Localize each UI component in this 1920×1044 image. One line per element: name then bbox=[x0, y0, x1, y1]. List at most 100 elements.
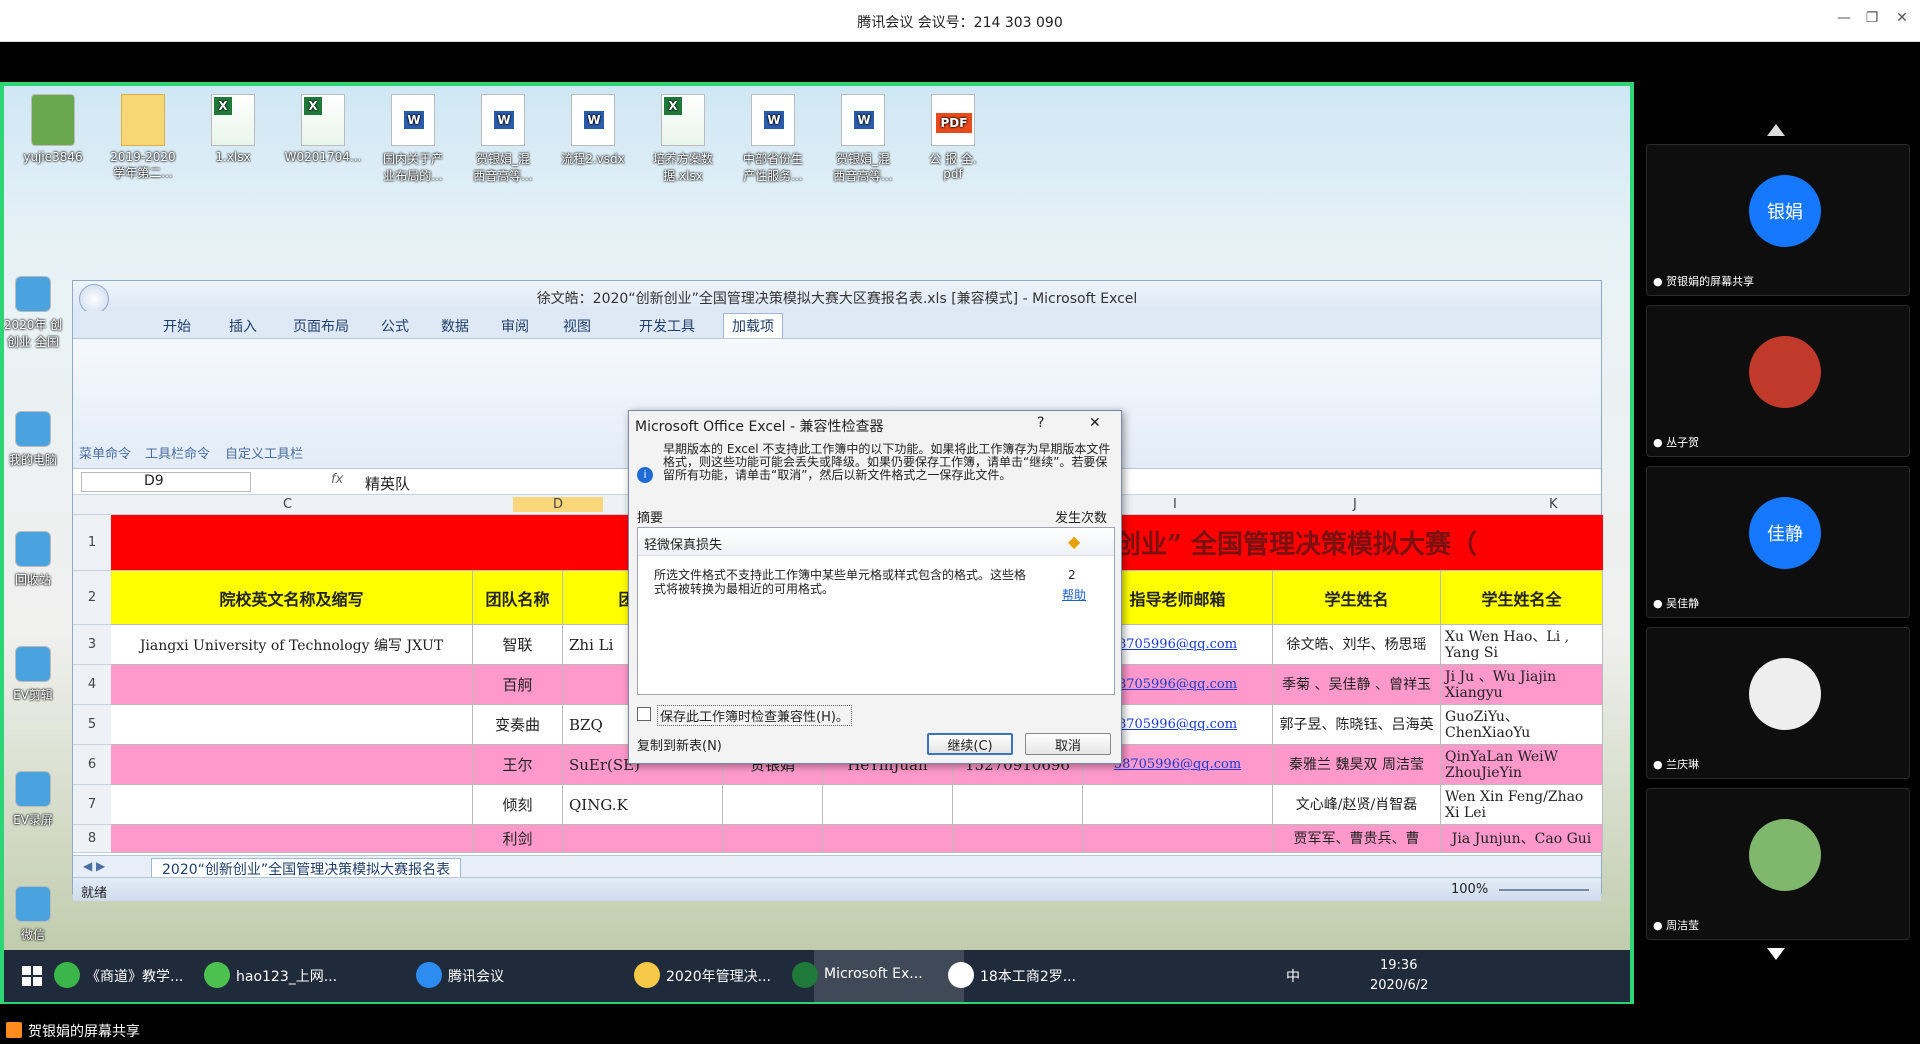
taskbar-app-icon[interactable] bbox=[416, 962, 442, 988]
dialog-close-button[interactable]: ✕ bbox=[1089, 415, 1101, 431]
participant-card[interactable]: 银娟 ● 贺银娟的屏幕共享 bbox=[1646, 144, 1910, 296]
row-number[interactable]: 2 bbox=[73, 571, 111, 625]
sheet-cell[interactable]: 利剑 bbox=[473, 825, 563, 853]
start-button[interactable] bbox=[22, 966, 42, 986]
desktop-left-icon[interactable]: 2020年 创 创业 全国 bbox=[4, 276, 68, 350]
ribbon-tab[interactable]: 开发工具 bbox=[639, 316, 695, 336]
ribbon-tab[interactable]: 数据 bbox=[441, 316, 469, 336]
row-number[interactable]: 8 bbox=[73, 825, 111, 853]
desktop-icon[interactable]: 中部省份生 产性服务... bbox=[730, 94, 816, 184]
taskbar-item[interactable]: 18本工商2罗... bbox=[980, 966, 1076, 986]
col-i[interactable]: I bbox=[1173, 497, 1177, 512]
sheet-cell[interactable] bbox=[823, 785, 953, 825]
sheet-cell[interactable] bbox=[111, 665, 473, 705]
sheet-cell[interactable] bbox=[111, 705, 473, 745]
taskbar-app-icon[interactable] bbox=[948, 962, 974, 988]
taskbar-item[interactable]: 腾讯会议 bbox=[448, 966, 504, 986]
taskbar-app-icon[interactable] bbox=[204, 962, 230, 988]
sheet-cell[interactable]: 百舸 bbox=[473, 665, 563, 705]
close-button[interactable]: ✕ bbox=[1892, 10, 1912, 26]
scroll-up-icon[interactable] bbox=[1767, 124, 1785, 136]
sheet-cell[interactable]: QING.K bbox=[563, 785, 723, 825]
sheet-cell[interactable]: GuoZiYu、ChenXiaoYu bbox=[1441, 705, 1603, 745]
desktop-icon[interactable]: 培养方案数 据.xlsx bbox=[640, 94, 726, 184]
sheet-cell[interactable] bbox=[563, 825, 723, 853]
sheet-cell[interactable] bbox=[953, 785, 1083, 825]
ribbon-tab[interactable]: 公式 bbox=[381, 316, 409, 336]
sheet-cell[interactable]: 王尔 bbox=[473, 745, 563, 785]
zoom-slider[interactable] bbox=[1499, 889, 1589, 891]
desktop-left-icon[interactable]: EV剪辑 bbox=[4, 646, 68, 703]
sheet-cell[interactable] bbox=[953, 825, 1083, 853]
copy-to-new-sheet-button[interactable]: 复制到新表(N) bbox=[637, 733, 741, 755]
sheet-cell[interactable]: Xu Wen Hao、Li , Yang Si bbox=[1441, 625, 1603, 665]
sheet-cell[interactable]: Jiangxi University of Technology 编写 JXUT bbox=[111, 625, 473, 665]
fx-icon[interactable]: fx bbox=[331, 472, 343, 487]
taskbar-item[interactable]: 《商道》教学... bbox=[86, 966, 183, 986]
desktop-icon[interactable]: yujie3846 bbox=[10, 94, 96, 164]
desktop-icon[interactable]: 流程2.vsdx bbox=[550, 94, 636, 167]
row-number[interactable]: 7 bbox=[73, 785, 111, 825]
help-link[interactable]: 帮助 bbox=[1062, 586, 1086, 603]
col-j[interactable]: J bbox=[1353, 497, 1357, 512]
desktop-left-icon[interactable]: 回收站 bbox=[4, 531, 68, 588]
desktop-icon[interactable]: 国内关于产 业布局的... bbox=[370, 94, 456, 184]
taskbar-item[interactable]: 2020年管理决... bbox=[666, 966, 771, 986]
ribbon-tab[interactable]: 加载项 bbox=[723, 313, 783, 338]
sheet-cell[interactable] bbox=[723, 825, 823, 853]
ribbon-tab[interactable]: 审阅 bbox=[501, 316, 529, 336]
participant-card[interactable]: ● 丛子贺 bbox=[1646, 305, 1910, 457]
ime-indicator[interactable]: 中 bbox=[1286, 966, 1300, 986]
desktop-icon[interactable]: W0201704... bbox=[280, 94, 366, 164]
row-number[interactable]: 4 bbox=[73, 665, 111, 705]
desktop-icon[interactable]: 贺银娟_混 西音高等... bbox=[820, 94, 906, 184]
desktop-left-icon[interactable]: EV录屏 bbox=[4, 771, 68, 828]
name-box[interactable]: D9 bbox=[81, 472, 251, 492]
check-compat-checkbox[interactable] bbox=[637, 707, 651, 721]
restore-button[interactable]: ❐ bbox=[1862, 10, 1882, 26]
col-c[interactable]: C bbox=[283, 497, 292, 512]
sheet-cell[interactable] bbox=[111, 785, 473, 825]
issue-list[interactable]: 轻微保真损失 ◆ 所选文件格式不支持此工作簿中某些单元格或样式包含的格式。这些格… bbox=[637, 527, 1115, 695]
ribbon-tab[interactable]: 页面布局 bbox=[293, 316, 349, 336]
minimize-button[interactable]: — bbox=[1834, 10, 1854, 26]
sheet-cell[interactable]: 季菊 、吴佳静 、曾祥玉 bbox=[1273, 665, 1441, 705]
participant-card[interactable]: ● 周洁莹 bbox=[1646, 788, 1910, 940]
row-number[interactable]: 1 bbox=[73, 515, 111, 571]
sheet-cell[interactable] bbox=[1083, 825, 1273, 853]
zoom-level[interactable]: 100% bbox=[1451, 882, 1488, 897]
sheet-cell[interactable] bbox=[723, 785, 823, 825]
col-d[interactable]: D bbox=[513, 497, 604, 512]
taskbar-item[interactable]: Microsoft Ex... bbox=[824, 966, 923, 982]
sheet-cell[interactable]: Ji Ju 、Wu Jiajin Xiangyu bbox=[1441, 665, 1603, 705]
sheet-cell[interactable]: 变奏曲 bbox=[473, 705, 563, 745]
cancel-button[interactable]: 取消 bbox=[1025, 733, 1111, 755]
sheet-cell[interactable]: 学生姓名全 bbox=[1441, 571, 1603, 625]
desktop-icon[interactable]: 2019-2020 学年第二... bbox=[100, 94, 186, 181]
sheet-cell[interactable]: 郭子昱、陈晓钰、吕海英 bbox=[1273, 705, 1441, 745]
desktop-icon[interactable]: 贺银娟_混 西音高等... bbox=[460, 94, 546, 184]
sheet-cell[interactable]: 学生姓名 bbox=[1273, 571, 1441, 625]
desktop-icon[interactable]: 1.xlsx bbox=[190, 94, 276, 164]
participant-card[interactable]: ● 兰庆琳 bbox=[1646, 627, 1910, 779]
continue-button[interactable]: 继续(C) bbox=[927, 733, 1013, 755]
ribbon-tab[interactable]: 视图 bbox=[563, 316, 591, 336]
sheet-cell[interactable]: 倾刻 bbox=[473, 785, 563, 825]
sheet-cell[interactable] bbox=[1083, 785, 1273, 825]
sheet-cell[interactable]: 贾军军、曹贵兵、曹 bbox=[1273, 825, 1441, 853]
desktop-left-icon[interactable]: 微信 bbox=[4, 886, 68, 943]
sheet-cell[interactable]: 团队名称 bbox=[473, 571, 563, 625]
taskbar-item[interactable]: hao123_上网... bbox=[236, 966, 337, 986]
help-button[interactable]: ? bbox=[1037, 415, 1044, 431]
scroll-down-icon[interactable] bbox=[1767, 948, 1785, 960]
taskbar-app-icon[interactable] bbox=[54, 962, 80, 988]
participant-card[interactable]: 佳静 ● 吴佳静 bbox=[1646, 466, 1910, 618]
sheet-cell[interactable] bbox=[111, 745, 473, 785]
sheet-cell[interactable]: QinYaLan WeiW ZhouJieYin bbox=[1441, 745, 1603, 785]
ribbon-tab[interactable]: 插入 bbox=[229, 316, 257, 336]
row-number[interactable]: 5 bbox=[73, 705, 111, 745]
sheet-cell[interactable]: 文心峰/赵贤/肖智磊 bbox=[1273, 785, 1441, 825]
col-k[interactable]: K bbox=[1549, 497, 1558, 512]
sheet-cell[interactable] bbox=[111, 825, 473, 853]
sheet-cell[interactable]: Wen Xin Feng/Zhao Xi Lei bbox=[1441, 785, 1603, 825]
